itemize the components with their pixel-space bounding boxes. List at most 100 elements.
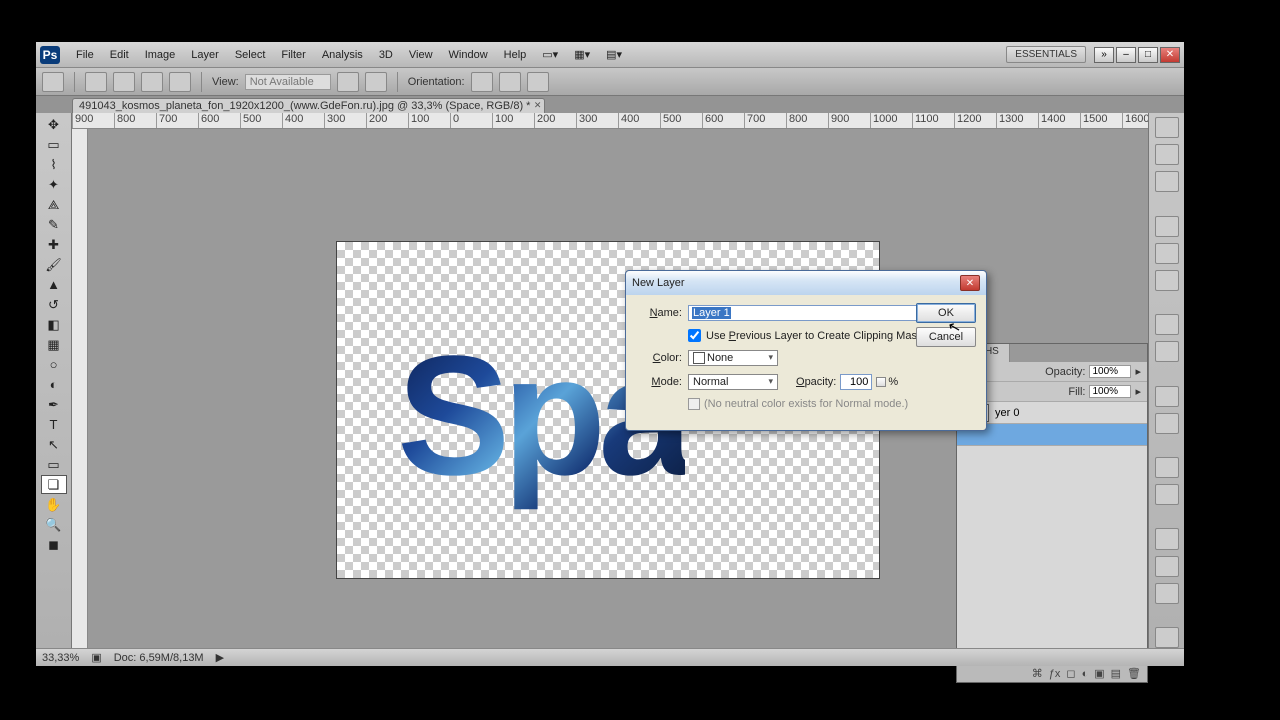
- menu-image[interactable]: Image: [137, 42, 184, 68]
- wand-tool[interactable]: ✦: [41, 175, 67, 194]
- menu-3d[interactable]: 3D: [371, 42, 401, 68]
- blur-tool[interactable]: ○: [41, 355, 67, 374]
- panel-icon-1[interactable]: [1155, 117, 1179, 138]
- clip-label: Use Previous Layer to Create Clipping Ma…: [706, 330, 922, 342]
- name-label: Name:: [636, 307, 682, 319]
- dlg-opacity-input[interactable]: [840, 374, 872, 390]
- color-select[interactable]: None: [688, 350, 778, 366]
- menu-edit[interactable]: Edit: [102, 42, 137, 68]
- opacity-arrow-icon[interactable]: ▸: [1135, 365, 1141, 378]
- orient-3[interactable]: [527, 72, 549, 92]
- workspace-picker[interactable]: ESSENTIALS: [1006, 46, 1086, 63]
- tab-close-icon[interactable]: ✕: [534, 100, 542, 111]
- fill-arrow-icon[interactable]: ▸: [1135, 385, 1141, 398]
- link-icon[interactable]: ⌘: [1032, 667, 1043, 680]
- document-tab[interactable]: 491043_kosmos_planeta_fon_1920x1200_(www…: [72, 98, 545, 113]
- menu-toggle-1[interactable]: ▭▾: [534, 42, 566, 68]
- heal-tool[interactable]: ✚: [41, 235, 67, 254]
- close-button[interactable]: ✕: [1160, 47, 1180, 63]
- menu-help[interactable]: Help: [496, 42, 535, 68]
- opt-icon-4[interactable]: [169, 72, 191, 92]
- dialog-titlebar[interactable]: New Layer ✕: [626, 271, 986, 295]
- brush-tool[interactable]: 🖌: [41, 255, 67, 274]
- fill-input[interactable]: [1089, 385, 1131, 398]
- options-bar: View: Not Available Orientation:: [36, 68, 1184, 96]
- panel-icon-3[interactable]: [1155, 171, 1179, 192]
- panel-icon-6[interactable]: [1155, 270, 1179, 291]
- eyedropper-tool[interactable]: ✎: [41, 215, 67, 234]
- orient-2[interactable]: [499, 72, 521, 92]
- type-tool[interactable]: T: [41, 415, 67, 434]
- menu-filter[interactable]: Filter: [273, 42, 313, 68]
- stamp-tool[interactable]: ▲: [41, 275, 67, 294]
- cancel-button[interactable]: Cancel: [916, 327, 976, 347]
- fx-icon[interactable]: ƒx: [1049, 668, 1061, 680]
- pen-tool[interactable]: ✒: [41, 395, 67, 414]
- opacity-stepper[interactable]: [876, 377, 886, 387]
- opt-icon-6[interactable]: [365, 72, 387, 92]
- adjust-icon[interactable]: ◐: [1082, 668, 1089, 680]
- menu-toggle-3[interactable]: ▤▾: [598, 42, 630, 68]
- zoom-tool[interactable]: 🔍: [41, 515, 67, 534]
- minimize-button[interactable]: –: [1116, 47, 1136, 63]
- menu-file[interactable]: File: [68, 42, 102, 68]
- doc-size: Doc: 6,59M/8,13M: [114, 652, 204, 664]
- mask-icon[interactable]: ◻: [1066, 667, 1075, 680]
- opt-icon-3[interactable]: [141, 72, 163, 92]
- status-bar: 33,33% ▣ Doc: 6,59M/8,13M ▶: [36, 648, 1184, 666]
- folder-icon[interactable]: ▣: [1094, 667, 1104, 680]
- crop-tool[interactable]: ⟁: [41, 195, 67, 214]
- ruler-horizontal: 9008007006005004003002001000100200300400…: [72, 113, 1184, 129]
- ruler-vertical: [72, 129, 88, 648]
- mode-select[interactable]: Normal: [688, 374, 778, 390]
- menu-view[interactable]: View: [401, 42, 441, 68]
- new-layer-icon[interactable]: ▤: [1111, 667, 1121, 680]
- menu-analysis[interactable]: Analysis: [314, 42, 371, 68]
- panel-icon-2[interactable]: [1155, 144, 1179, 165]
- clip-checkbox[interactable]: [688, 329, 701, 342]
- panel-icon-16[interactable]: [1155, 627, 1179, 648]
- marquee-tool[interactable]: ▭: [41, 135, 67, 154]
- panel-icon-8[interactable]: [1155, 341, 1179, 362]
- status-arrow-icon[interactable]: ▶: [216, 651, 224, 664]
- opt-icon-1[interactable]: [85, 72, 107, 92]
- hand-tool[interactable]: ✋: [41, 495, 67, 514]
- menu-toggle-2[interactable]: ▦▾: [566, 42, 598, 68]
- panel-icon-11[interactable]: [1155, 457, 1179, 478]
- path-tool[interactable]: ↖: [41, 435, 67, 454]
- maximize-button[interactable]: □: [1138, 47, 1158, 63]
- move-tool[interactable]: ✥: [41, 115, 67, 134]
- 3d-tool[interactable]: ❏: [41, 475, 67, 494]
- lasso-tool[interactable]: ⌇: [41, 155, 67, 174]
- ok-button[interactable]: OK: [916, 303, 976, 323]
- zoom-level[interactable]: 33,33%: [42, 652, 79, 664]
- panel-icon-13[interactable]: [1155, 528, 1179, 549]
- panel-icon-7[interactable]: [1155, 314, 1179, 335]
- gradient-tool[interactable]: ▦: [41, 335, 67, 354]
- dodge-tool[interactable]: ◐: [41, 375, 67, 394]
- opt-icon-5[interactable]: [337, 72, 359, 92]
- tool-preset-icon[interactable]: [42, 72, 64, 92]
- trash-icon[interactable]: 🗑: [1127, 667, 1141, 680]
- menu-window[interactable]: Window: [441, 42, 496, 68]
- layer-name: yer 0: [995, 407, 1019, 419]
- orient-1[interactable]: [471, 72, 493, 92]
- fg-bg-swatch[interactable]: ◼: [41, 535, 67, 554]
- history-brush-tool[interactable]: ↺: [41, 295, 67, 314]
- panel-icon-10[interactable]: [1155, 413, 1179, 434]
- menu-select[interactable]: Select: [227, 42, 274, 68]
- panel-icon-15[interactable]: [1155, 583, 1179, 604]
- collapse-icon[interactable]: »: [1094, 47, 1114, 63]
- panel-icon-5[interactable]: [1155, 243, 1179, 264]
- panel-icon-4[interactable]: [1155, 216, 1179, 237]
- eraser-tool[interactable]: ◧: [41, 315, 67, 334]
- view-dropdown[interactable]: Not Available: [245, 74, 331, 90]
- panel-icon-9[interactable]: [1155, 386, 1179, 407]
- opt-icon-2[interactable]: [113, 72, 135, 92]
- menu-layer[interactable]: Layer: [183, 42, 227, 68]
- opacity-input[interactable]: [1089, 365, 1131, 378]
- dialog-close-button[interactable]: ✕: [960, 275, 980, 291]
- shape-tool[interactable]: ▭: [41, 455, 67, 474]
- panel-icon-14[interactable]: [1155, 556, 1179, 577]
- panel-icon-12[interactable]: [1155, 484, 1179, 505]
